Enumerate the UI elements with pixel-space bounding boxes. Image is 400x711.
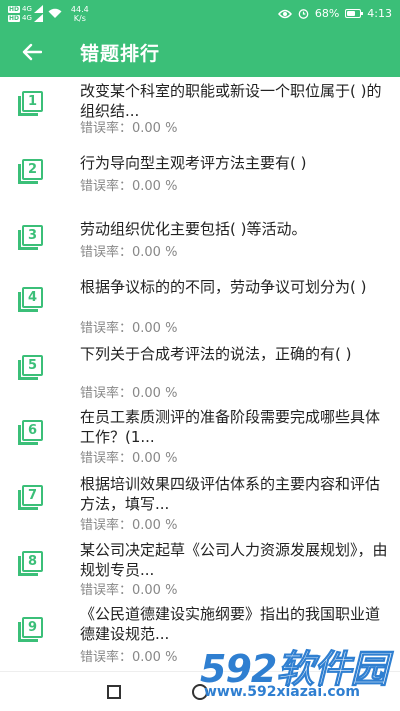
rank-number: 7 xyxy=(22,485,43,506)
eye-icon xyxy=(277,9,292,18)
rank-number: 5 xyxy=(22,355,43,376)
rank-number: 3 xyxy=(22,225,43,246)
network-speed-value: 44.4 xyxy=(70,4,89,14)
question-text: 改变某个科室的职能或新设一个职位属于( )的组织结... xyxy=(80,82,382,120)
rank-badge-icon: 1 xyxy=(18,91,44,117)
battery-level xyxy=(347,11,356,16)
rank-badge-icon: 9 xyxy=(18,617,44,643)
network-speed: 44.4 K/s xyxy=(71,5,89,23)
arrow-left-icon xyxy=(22,43,42,61)
error-rate: 错误率：0.00 % xyxy=(80,245,178,260)
sim1-network: 4G xyxy=(22,5,32,13)
clock: 4:13 xyxy=(367,7,392,20)
rank-badge-icon: 6 xyxy=(18,420,44,446)
watermark-url: www.592xiazai.com xyxy=(204,684,360,700)
error-rate: 错误率：0.00 % xyxy=(80,321,178,336)
rank-badge-icon: 7 xyxy=(18,485,44,511)
app-bar: 错题排行 xyxy=(0,27,400,77)
recent-apps-button[interactable] xyxy=(107,685,121,699)
status-bar: HD 4G HD 4G 44.4 K/s 68% 4:13 xyxy=(0,0,400,27)
sim2-indicator: HD 4G xyxy=(8,14,43,22)
error-rate: 错误率：0.00 % xyxy=(80,386,178,401)
battery-percent: 68% xyxy=(314,7,340,20)
rank-number: 2 xyxy=(22,159,43,180)
rank-number: 1 xyxy=(22,91,43,112)
rank-badge-icon: 8 xyxy=(18,551,44,577)
question-text: 某公司决定起草《公司人力资源发展规划》，由规划专员... xyxy=(80,541,388,579)
sim-indicators: HD 4G HD 4G xyxy=(8,5,43,22)
question-text: 根据培训效果四级评估体系的主要内容和评估方法，填写... xyxy=(80,475,381,513)
wrong-question-list[interactable]: 1 改变某个科室的职能或新设一个职位属于( )的组织结... 错误率：0.00 % 2… xyxy=(0,77,400,671)
rank-number: 8 xyxy=(22,551,43,572)
error-rate: 错误率：0.00 % xyxy=(80,121,178,136)
site-watermark: 592软件园 www.592xiazai.com xyxy=(200,638,400,711)
question-text: 根据争议标的的不同，劳动争议可划分为( ) xyxy=(80,278,367,296)
error-rate: 错误率：0.00 % xyxy=(80,583,178,598)
question-text: 在员工素质测评的准备阶段需要完成哪些具体工作？(1... xyxy=(80,408,381,446)
sim2-hd-tag: HD xyxy=(8,14,21,22)
error-rate: 错误率：0.00 % xyxy=(80,179,178,194)
question-text: 行为导向型主观考评方法主要有( ) xyxy=(80,154,307,172)
battery-icon xyxy=(345,9,364,18)
question-text: 劳动组织优化主要包括( )等活动。 xyxy=(80,220,307,238)
sim2-network: 4G xyxy=(22,14,32,22)
rank-badge-icon: 5 xyxy=(18,355,44,381)
rank-number: 9 xyxy=(22,617,43,638)
rank-number: 4 xyxy=(22,287,43,308)
error-rate: 错误率：0.00 % xyxy=(80,650,178,665)
sim1-hd-tag: HD xyxy=(8,5,21,13)
alarm-icon xyxy=(298,9,309,19)
error-rate: 错误率：0.00 % xyxy=(80,518,178,533)
rank-number: 6 xyxy=(22,420,43,441)
rank-badge-icon: 4 xyxy=(18,287,44,313)
page-title: 错题排行 xyxy=(80,42,161,65)
status-left: HD 4G HD 4G 44.4 K/s xyxy=(8,5,89,23)
wifi-icon xyxy=(48,8,62,18)
error-rate: 错误率：0.00 % xyxy=(80,451,178,466)
signal-icon xyxy=(33,14,43,22)
sim1-indicator: HD 4G xyxy=(8,5,43,13)
question-text: 下列关于合成考评法的说法，正确的有( ) xyxy=(80,345,352,363)
status-right: 68% 4:13 xyxy=(277,7,392,20)
signal-icon xyxy=(33,5,43,13)
network-speed-unit: K/s xyxy=(73,13,86,23)
back-button[interactable] xyxy=(0,27,64,77)
rank-badge-icon: 2 xyxy=(18,159,44,185)
rank-badge-icon: 3 xyxy=(18,225,44,251)
